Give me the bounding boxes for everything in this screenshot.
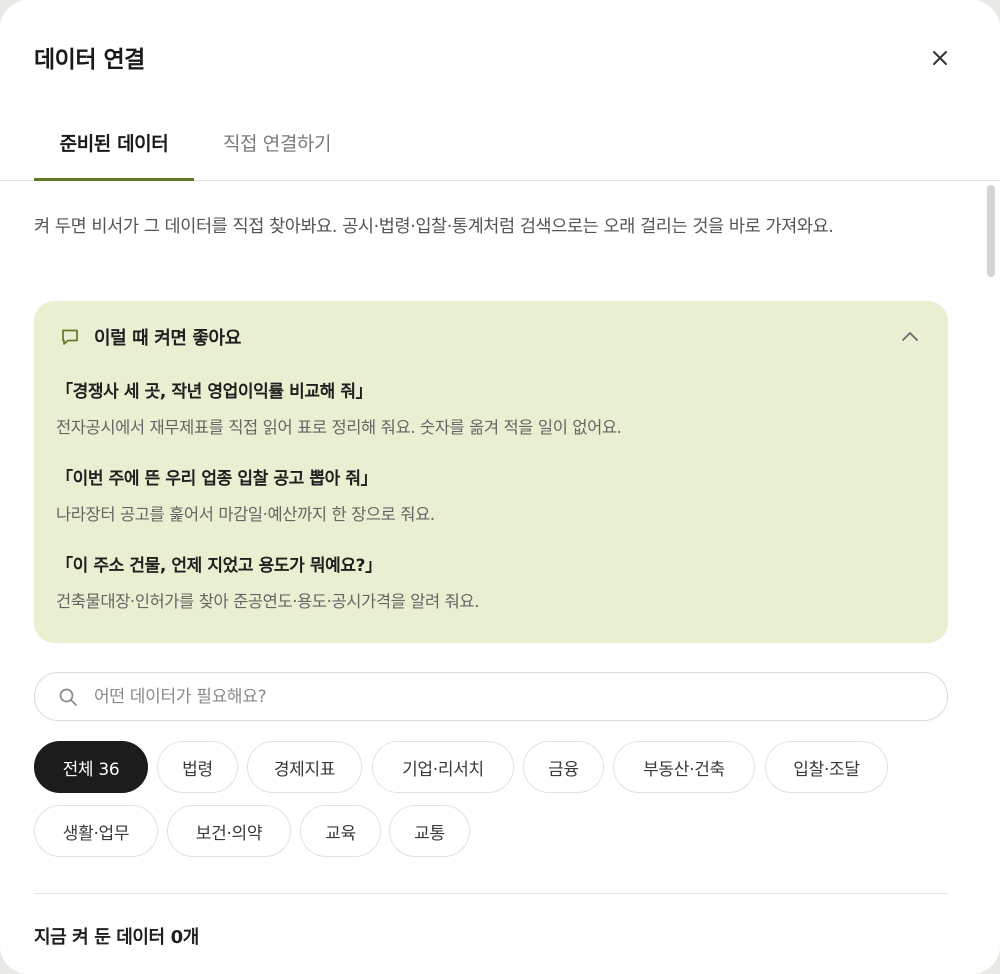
tab-bar: 준비된 데이터 직접 연결하기 <box>0 112 1000 181</box>
section-divider <box>34 893 948 894</box>
chevron-up-icon[interactable] <box>900 327 920 347</box>
filter-chip-health[interactable]: 보건·의약 <box>167 805 291 857</box>
data-connection-dialog: 데이터 연결 준비된 데이터 직접 연결하기 켜 두면 비서가 그 데이터를 직… <box>0 0 1000 974</box>
intro-text: 켜 두면 비서가 그 데이터를 직접 찾아봐요. 공시·법령·입찰·통계처럼 검… <box>34 217 834 237</box>
filter-chip-all[interactable]: 전체 36 <box>34 741 148 793</box>
tip-question: 「이번 주에 뜬 우리 업종 입찰 공고 뽑아 줘」 <box>56 469 378 489</box>
connected-data-count: 지금 켜 둔 데이터 0개 <box>34 927 199 948</box>
tip-item: 「이 주소 건물, 언제 지었고 용도가 뭐예요?」 건축물대장·인허가를 찾아… <box>56 554 936 614</box>
search-box <box>34 672 948 721</box>
filter-chip-life-work[interactable]: 생활·업무 <box>34 805 158 857</box>
filter-chip-transport[interactable]: 교통 <box>389 805 470 857</box>
close-button[interactable] <box>928 46 952 70</box>
tab-direct-connect[interactable]: 직접 연결하기 <box>210 112 344 178</box>
chat-bubble-icon <box>62 329 78 345</box>
tips-panel: 이럴 때 켜면 좋아요 「경쟁사 세 곳, 작년 영업이익률 비교해 줘」 전자… <box>34 301 948 643</box>
close-icon <box>933 51 947 65</box>
tip-item: 「이번 주에 뜬 우리 업종 입찰 공고 뽑아 줘」 나라장터 공고를 훑어서 … <box>56 467 936 527</box>
tip-question: 「경쟁사 세 곳, 작년 영업이익률 비교해 줘」 <box>56 382 373 402</box>
tips-header: 이럴 때 켜면 좋아요 <box>60 325 241 349</box>
filter-chip-education[interactable]: 교육 <box>300 805 381 857</box>
search-input[interactable] <box>92 685 896 708</box>
filter-chip-real-estate[interactable]: 부동산·건축 <box>613 741 755 793</box>
tips-title: 이럴 때 켜면 좋아요 <box>94 328 241 349</box>
tip-item: 「경쟁사 세 곳, 작년 영업이익률 비교해 줘」 전자공시에서 재무제표를 직… <box>56 380 936 440</box>
scrollbar-thumb[interactable] <box>987 185 995 277</box>
tip-answer: 건축물대장·인허가를 찾아 준공연도·용도·공시가격을 알려 줘요. <box>56 592 480 611</box>
tip-answer: 전자공시에서 재무제표를 직접 읽어 표로 정리해 줘요. 숫자를 옮겨 적을 … <box>56 418 622 437</box>
tip-question: 「이 주소 건물, 언제 지었고 용도가 뭐예요?」 <box>56 556 382 576</box>
filter-chip-company-research[interactable]: 기업·리서치 <box>372 741 514 793</box>
filter-chip-bidding[interactable]: 입찰·조달 <box>765 741 888 793</box>
tab-prepared-data[interactable]: 준비된 데이터 <box>34 112 194 181</box>
search-icon <box>59 688 77 706</box>
tip-answer: 나라장터 공고를 훑어서 마감일·예산까지 한 장으로 줘요. <box>56 505 435 524</box>
filter-chip-finance[interactable]: 금융 <box>523 741 604 793</box>
filter-chip-law[interactable]: 법령 <box>157 741 238 793</box>
dialog-title: 데이터 연결 <box>34 47 145 73</box>
filter-chip-economy[interactable]: 경제지표 <box>247 741 362 793</box>
